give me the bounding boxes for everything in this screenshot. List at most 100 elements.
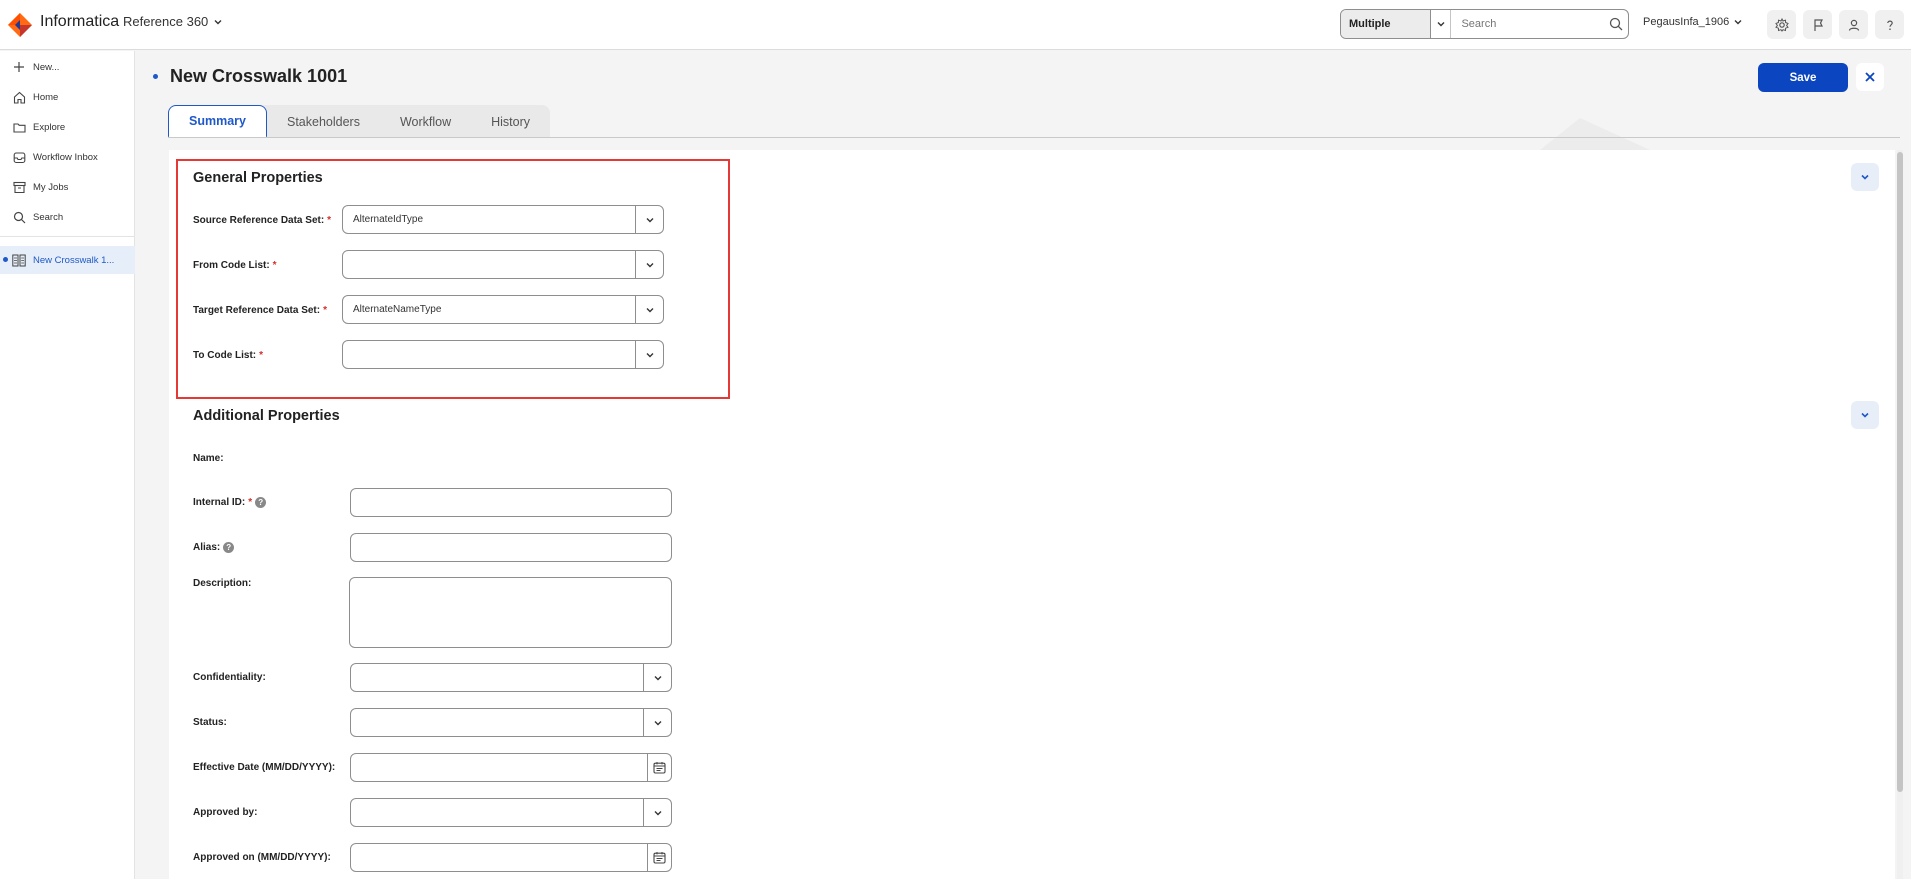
settings-button[interactable] — [1767, 10, 1796, 39]
close-icon — [1865, 72, 1875, 82]
unsaved-dot — [3, 257, 8, 262]
chevron-down-icon[interactable] — [635, 296, 663, 323]
close-button[interactable] — [1856, 63, 1884, 91]
required-marker: * — [323, 305, 327, 316]
help-icon[interactable]: ? — [255, 497, 267, 508]
user-icon — [1848, 19, 1859, 31]
sidebar-item-open-crosswalk[interactable]: New Crosswalk 1... — [0, 246, 135, 274]
scrollbar[interactable] — [1897, 150, 1903, 879]
search-scope-select[interactable]: Multiple — [1341, 10, 1431, 38]
help-icon[interactable]: ? — [223, 542, 235, 553]
chevron-down-icon — [1861, 412, 1869, 418]
user-name: PegausInfa_1906 — [1643, 16, 1730, 28]
to-code-select[interactable] — [342, 340, 664, 369]
unsaved-indicator — [153, 74, 158, 79]
page-title: New Crosswalk 1001 — [170, 66, 348, 86]
additional-properties-collapse-button[interactable] — [1851, 401, 1879, 429]
tab-bar: Summary Stakeholders Workflow History — [168, 105, 551, 138]
sidebar-item-label: Workflow Inbox — [33, 151, 98, 163]
save-button[interactable]: Save — [1758, 63, 1848, 92]
search-button[interactable] — [1603, 10, 1628, 38]
chevron-down-icon — [1437, 22, 1445, 27]
tab-history[interactable]: History — [471, 105, 550, 138]
chevron-down-icon[interactable] — [643, 799, 671, 826]
confidentiality-value — [351, 664, 643, 691]
calendar-icon[interactable] — [647, 754, 671, 781]
chevron-down-icon[interactable] — [643, 709, 671, 736]
chevron-down-icon — [1861, 174, 1869, 180]
sidebar-item-my-jobs[interactable]: My Jobs — [0, 175, 135, 199]
tab-summary[interactable]: Summary — [168, 105, 267, 138]
sidebar-item-label: Home — [33, 91, 59, 103]
description-textarea[interactable] — [349, 577, 672, 648]
required-marker: * — [327, 215, 332, 226]
alias-input[interactable] — [350, 533, 672, 562]
sidebar-item-label: New... — [33, 61, 60, 73]
status-select[interactable] — [350, 708, 672, 737]
sidebar-item-new[interactable]: New... — [0, 55, 135, 79]
required-marker: * — [248, 497, 253, 508]
sidebar-item-search[interactable]: Search — [0, 205, 135, 229]
sidebar-item-workflow-inbox[interactable]: Workflow Inbox — [0, 145, 135, 169]
chevron-down-icon[interactable] — [643, 664, 671, 691]
calendar-icon[interactable] — [647, 844, 671, 871]
flag-button[interactable] — [1803, 10, 1832, 39]
general-properties-title: General Properties — [193, 170, 323, 186]
description-label: Description: — [193, 578, 252, 589]
chevron-down-icon[interactable] — [635, 206, 663, 233]
approved-by-select[interactable] — [350, 798, 672, 827]
confidentiality-label: Confidentiality: — [193, 672, 266, 683]
folder-icon — [12, 120, 26, 134]
name-label: Name: — [193, 453, 224, 464]
chevron-down-icon[interactable] — [635, 341, 663, 368]
plus-icon — [12, 60, 26, 74]
to-code-label: To Code List: * — [193, 350, 264, 361]
inbox-icon — [12, 150, 26, 164]
effective-date-input[interactable] — [350, 753, 672, 782]
sidebar-item-explore[interactable]: Explore — [0, 115, 135, 139]
app-switcher[interactable]: Reference 360 — [123, 14, 224, 29]
sidebar-item-home[interactable]: Home — [0, 85, 135, 109]
source-ref-value: AlternateIdType — [353, 214, 424, 225]
effective-date-label: Effective Date (MM/DD/YYYY): — [193, 762, 336, 773]
tab-underline — [168, 137, 1900, 138]
search-input[interactable] — [1451, 10, 1604, 38]
background-decoration — [1540, 118, 1650, 150]
tab-workflow[interactable]: Workflow — [380, 105, 471, 138]
user-menu[interactable]: PegausInfa_1906 — [1643, 16, 1744, 28]
target-ref-label: Target Reference Data Set: * — [193, 305, 327, 316]
internal-id-input[interactable] — [350, 488, 672, 517]
source-ref-label: Source Reference Data Set: * — [193, 215, 332, 226]
question-icon — [1886, 20, 1893, 30]
status-label: Status: — [193, 717, 227, 728]
alias-label: Alias: ? — [193, 542, 235, 553]
to-code-value — [343, 341, 635, 368]
search-icon — [1609, 17, 1623, 31]
target-ref-select[interactable]: AlternateNameType — [342, 295, 664, 324]
from-code-select[interactable] — [342, 250, 664, 279]
sidebar-item-label: Search — [33, 211, 64, 223]
sidebar-item-label: My Jobs — [33, 181, 69, 193]
general-properties-collapse-button[interactable] — [1851, 163, 1879, 191]
from-code-value — [343, 251, 635, 278]
from-code-label: From Code List: * — [193, 260, 277, 271]
chevron-down-icon[interactable] — [635, 251, 663, 278]
approved-on-input[interactable] — [350, 843, 672, 872]
scrollbar-thumb[interactable] — [1897, 152, 1903, 792]
additional-properties-title: Additional Properties — [193, 408, 340, 424]
help-button[interactable] — [1875, 10, 1904, 39]
approved-on-label: Approved on (MM/DD/YYYY): — [193, 852, 331, 863]
profile-button[interactable] — [1839, 10, 1868, 39]
search-icon — [12, 210, 26, 224]
brand-name: Informatica — [40, 13, 120, 30]
chevron-down-icon — [1734, 20, 1742, 25]
chevron-down-icon — [214, 19, 222, 24]
source-ref-select[interactable]: AlternateIdType — [342, 205, 664, 234]
flag-icon — [1813, 18, 1823, 31]
tab-stakeholders[interactable]: Stakeholders — [267, 105, 380, 138]
confidentiality-select[interactable] — [350, 663, 672, 692]
crosswalk-icon — [12, 253, 26, 267]
approved-by-value — [351, 799, 643, 826]
search-scope-dropdown[interactable] — [1431, 10, 1452, 38]
required-marker: * — [259, 350, 264, 361]
